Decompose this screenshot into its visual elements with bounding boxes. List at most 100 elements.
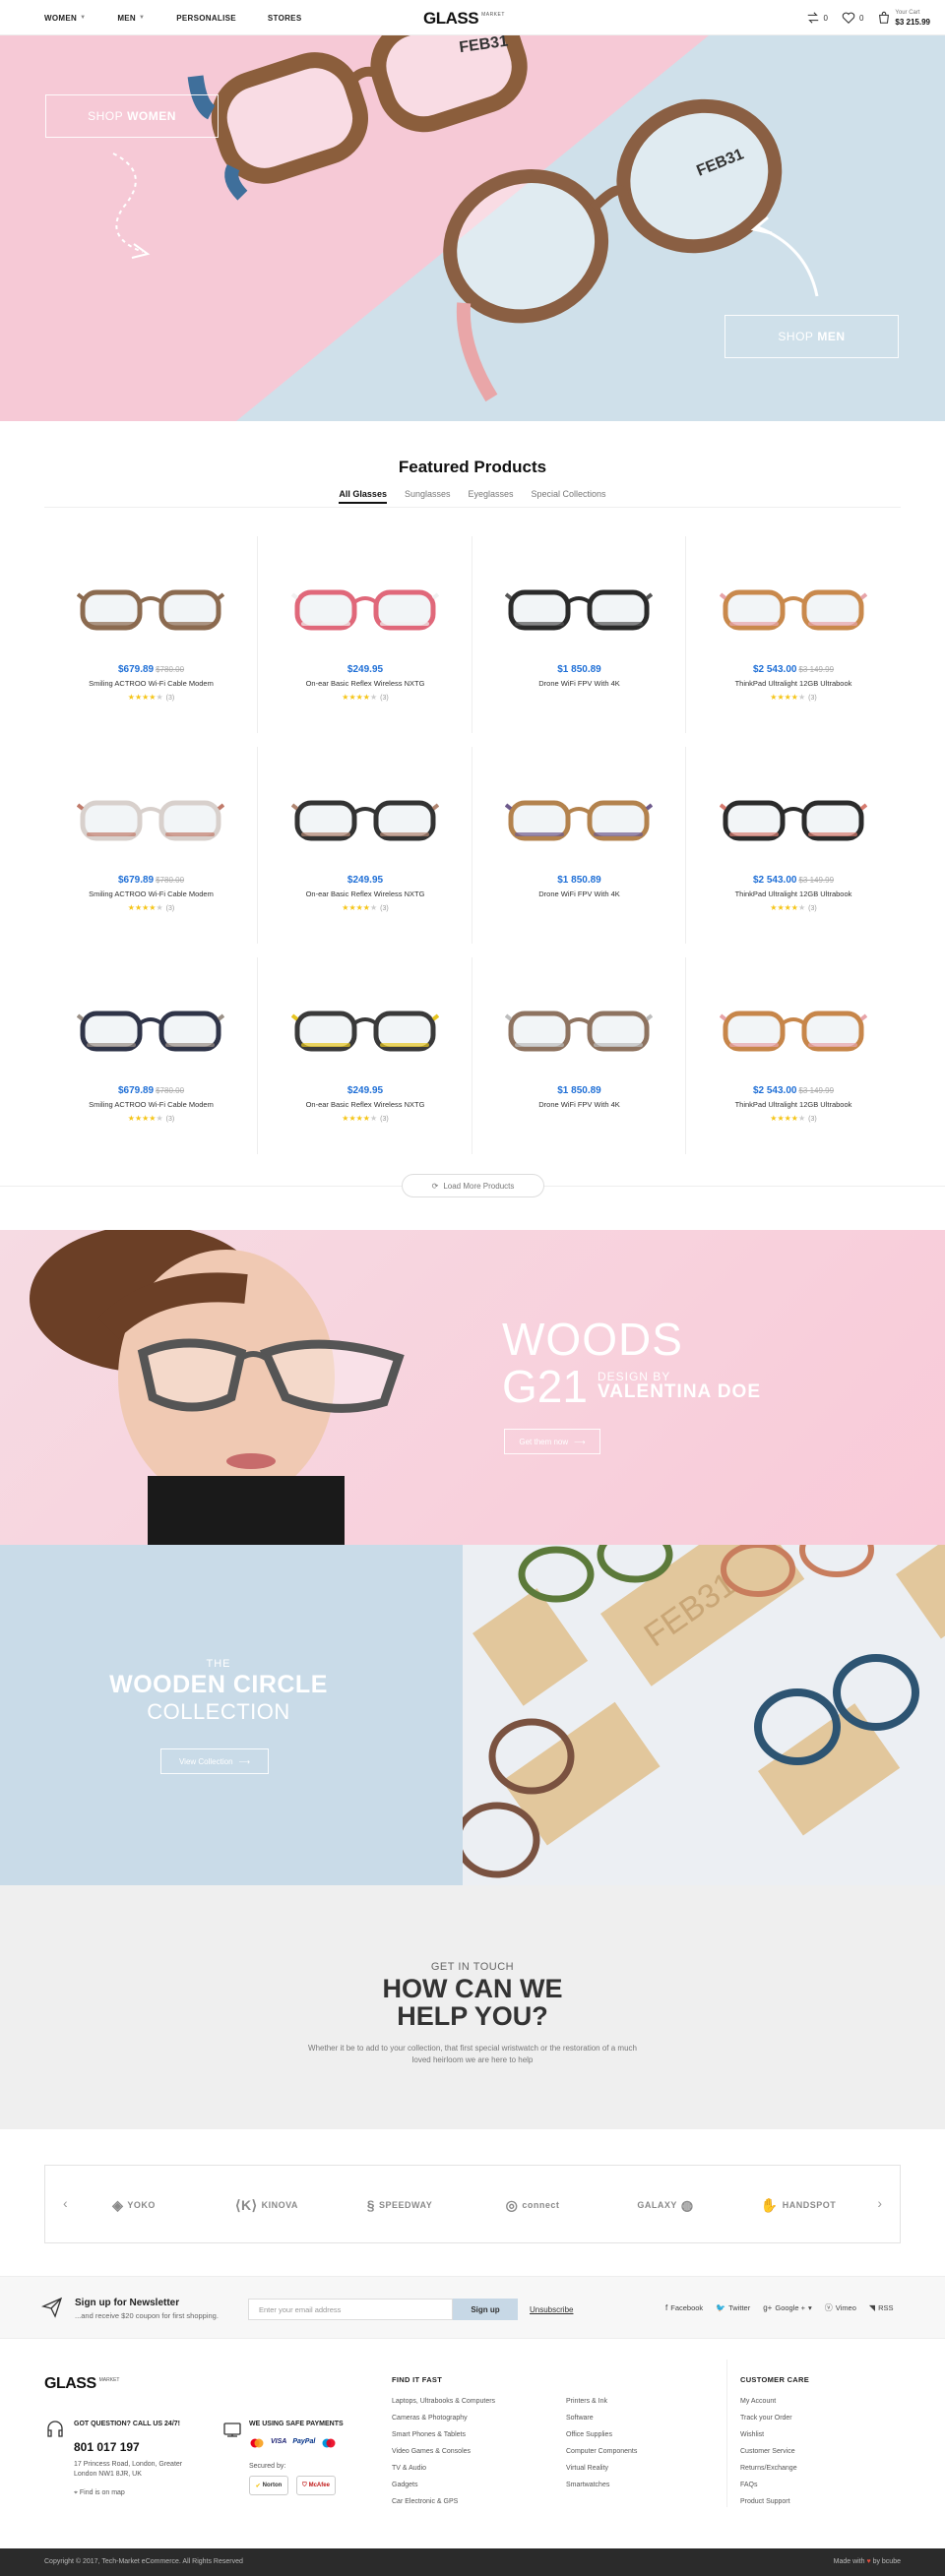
product-name[interactable]: Drone WiFi FPV With 4K	[472, 889, 686, 898]
load-more-button[interactable]: ⟳ Load More Products	[402, 1174, 544, 1197]
product-card[interactable]: $2 543.00 $3 149.99 ThinkPad Ultralight 12…	[687, 536, 901, 733]
brand-logo-kinova[interactable]: ⟨K⟩ KINOVA	[213, 2193, 321, 2217]
product-image[interactable]	[715, 556, 872, 664]
product-name[interactable]: ThinkPad Ultralight 12GB Ultrabook	[687, 679, 901, 688]
social-google[interactable]: g+ Google + ▾	[763, 2302, 812, 2313]
shop-men-button[interactable]: SHOP MEN	[724, 315, 899, 358]
product-price: $2 543.00 $3 149.99	[687, 875, 901, 886]
footer-link[interactable]: Virtual Reality	[566, 2460, 637, 2477]
footer-link[interactable]: Video Games & Consoles	[392, 2443, 495, 2460]
product-image[interactable]	[72, 556, 229, 664]
product-card[interactable]: $249.95 On-ear Basic Reflex Wireless NXTG…	[259, 957, 472, 1154]
compare-button[interactable]: 0	[806, 11, 828, 25]
product-name[interactable]: Drone WiFi FPV With 4K	[472, 679, 686, 688]
site-header: WOMEN ▼ MEN ▼ PERSONALISE STORES GLASS MAR…	[0, 0, 945, 35]
unsubscribe-link[interactable]: Unsubscribe	[530, 2305, 573, 2314]
nav-item-personalise[interactable]: PERSONALISE	[176, 14, 236, 23]
product-card[interactable]: $1 850.89 Drone WiFi FPV With 4K	[472, 536, 686, 733]
cart-button[interactable]: Your Cart $3 215.99	[877, 8, 930, 28]
product-image[interactable]	[500, 767, 658, 875]
product-image[interactable]	[286, 977, 444, 1085]
newsletter-email-input[interactable]: Enter your email address	[248, 2299, 453, 2320]
tab-sunglasses[interactable]: Sunglasses	[405, 489, 451, 504]
product-image[interactable]	[715, 977, 872, 1085]
get-them-now-button[interactable]: Get them now ⟶	[504, 1429, 600, 1454]
footer-link[interactable]: Smart Phones & Tablets	[392, 2426, 495, 2443]
footer-link[interactable]: My Account	[740, 2393, 797, 2410]
product-name[interactable]: Drone WiFi FPV With 4K	[472, 1100, 686, 1109]
made-by-label[interactable]: by bcube	[873, 2558, 901, 2565]
footer-link[interactable]: Office Supplies	[566, 2426, 637, 2443]
product-name[interactable]: On-ear Basic Reflex Wireless NXTG	[259, 679, 472, 688]
brand-logo-galaxy[interactable]: GALAXY ◍	[611, 2193, 720, 2217]
product-name[interactable]: On-ear Basic Reflex Wireless NXTG	[259, 1100, 472, 1109]
footer-logo[interactable]: GLASS MARKET	[44, 2375, 119, 2393]
product-image[interactable]	[500, 977, 658, 1085]
footer-link[interactable]: Laptops, Ultrabooks & Computers	[392, 2393, 495, 2410]
product-card[interactable]: $1 850.89 Drone WiFi FPV With 4K	[472, 957, 686, 1154]
footer-link[interactable]: FAQs	[740, 2477, 797, 2493]
shop-women-button[interactable]: SHOP WOMEN	[45, 94, 219, 138]
review-count: (3)	[380, 905, 389, 912]
product-image[interactable]	[715, 767, 872, 875]
chevron-right-icon[interactable]: ›	[877, 2195, 882, 2211]
footer-link[interactable]: Smartwatches	[566, 2477, 637, 2493]
product-image[interactable]	[500, 556, 658, 664]
social-vimeo[interactable]: ⓥ Vimeo	[825, 2302, 856, 2313]
product-card[interactable]: $249.95 On-ear Basic Reflex Wireless NXTG…	[259, 747, 472, 944]
site-logo[interactable]: GLASS MARKET	[423, 9, 505, 29]
product-image[interactable]	[286, 767, 444, 875]
contact-section: GET IN TOUCH HOW CAN WE HELP YOU? Whethe…	[0, 1885, 945, 2129]
product-card[interactable]: $679.89 $780.00 Smiling ACTROO Wi-Fi Cable…	[44, 536, 258, 733]
glasses-illustration	[77, 800, 224, 841]
footer-link[interactable]: Wishlist	[740, 2426, 797, 2443]
product-name[interactable]: ThinkPad Ultralight 12GB Ultrabook	[687, 1100, 901, 1109]
footer-link[interactable]: Product Support	[740, 2493, 797, 2510]
view-collection-button[interactable]: View Collection ⟶	[160, 1748, 269, 1774]
product-card[interactable]: $1 850.89 Drone WiFi FPV With 4K	[472, 747, 686, 944]
product-name[interactable]: On-ear Basic Reflex Wireless NXTG	[259, 889, 472, 898]
footer-link[interactable]: Software	[566, 2410, 637, 2426]
tab-special-collections[interactable]: Special Collections	[532, 489, 606, 504]
social-facebook[interactable]: f Facebook	[665, 2302, 703, 2313]
product-image[interactable]	[286, 556, 444, 664]
product-card[interactable]: $679.89 $780.00 Smiling ACTROO Wi-Fi Cable…	[44, 957, 258, 1154]
phone-number[interactable]: 801 017 197	[74, 2440, 140, 2454]
footer-link[interactable]: Computer Components	[566, 2443, 637, 2460]
nav-item-men[interactable]: MEN ▼	[117, 14, 145, 23]
product-name[interactable]: Smiling ACTROO Wi-Fi Cable Modem	[44, 1100, 258, 1109]
product-name[interactable]: Smiling ACTROO Wi-Fi Cable Modem	[44, 889, 258, 898]
nav-item-stores[interactable]: STORES	[268, 14, 302, 23]
footer-link[interactable]: Car Electronic & GPS	[392, 2493, 495, 2510]
footer-link[interactable]: Printers & Ink	[566, 2393, 637, 2410]
product-name[interactable]: ThinkPad Ultralight 12GB Ultrabook	[687, 889, 901, 898]
product-card[interactable]: $249.95 On-ear Basic Reflex Wireless NXTG…	[259, 536, 472, 733]
brand-logo-handspot[interactable]: ✋ HANDSPOT	[744, 2193, 852, 2217]
signup-button[interactable]: Sign up	[453, 2299, 518, 2320]
badge-label: Norton	[262, 2483, 283, 2488]
nav-item-women[interactable]: WOMEN ▼	[44, 14, 86, 23]
map-link[interactable]: ⌖ Find is on map	[74, 2489, 125, 2497]
social-rss[interactable]: ◥ RSS	[869, 2302, 894, 2313]
brand-logo-yoko[interactable]: ◈ YOKO	[80, 2193, 188, 2217]
social-twitter[interactable]: 🐦 Twitter	[716, 2302, 750, 2313]
product-card[interactable]: $2 543.00 $3 149.99 ThinkPad Ultralight 12…	[687, 747, 901, 944]
footer-link[interactable]: Cameras & Photography	[392, 2410, 495, 2426]
star-rating: ★★★★★	[127, 903, 163, 912]
product-name[interactable]: Smiling ACTROO Wi-Fi Cable Modem	[44, 679, 258, 688]
tab-all-glasses[interactable]: All Glasses	[339, 489, 387, 504]
product-image[interactable]	[72, 977, 229, 1085]
footer-link[interactable]: TV & Audio	[392, 2460, 495, 2477]
tab-eyeglasses[interactable]: Eyeglasses	[468, 489, 513, 504]
product-card[interactable]: $679.89 $780.00 Smiling ACTROO Wi-Fi Cable…	[44, 747, 258, 944]
footer-link[interactable]: Customer Service	[740, 2443, 797, 2460]
wishlist-button[interactable]: 0	[842, 11, 863, 25]
brand-logo-connect[interactable]: ◎ connect	[478, 2193, 587, 2217]
footer-link[interactable]: Gadgets	[392, 2477, 495, 2493]
footer-link[interactable]: Returns/Exchange	[740, 2460, 797, 2477]
brand-logo-speedway[interactable]: § SPEEDWAY	[346, 2193, 454, 2217]
chevron-left-icon[interactable]: ‹	[63, 2195, 68, 2211]
product-image[interactable]	[72, 767, 229, 875]
footer-link[interactable]: Track your Order	[740, 2410, 797, 2426]
product-card[interactable]: $2 543.00 $3 149.99 ThinkPad Ultralight 12…	[687, 957, 901, 1154]
